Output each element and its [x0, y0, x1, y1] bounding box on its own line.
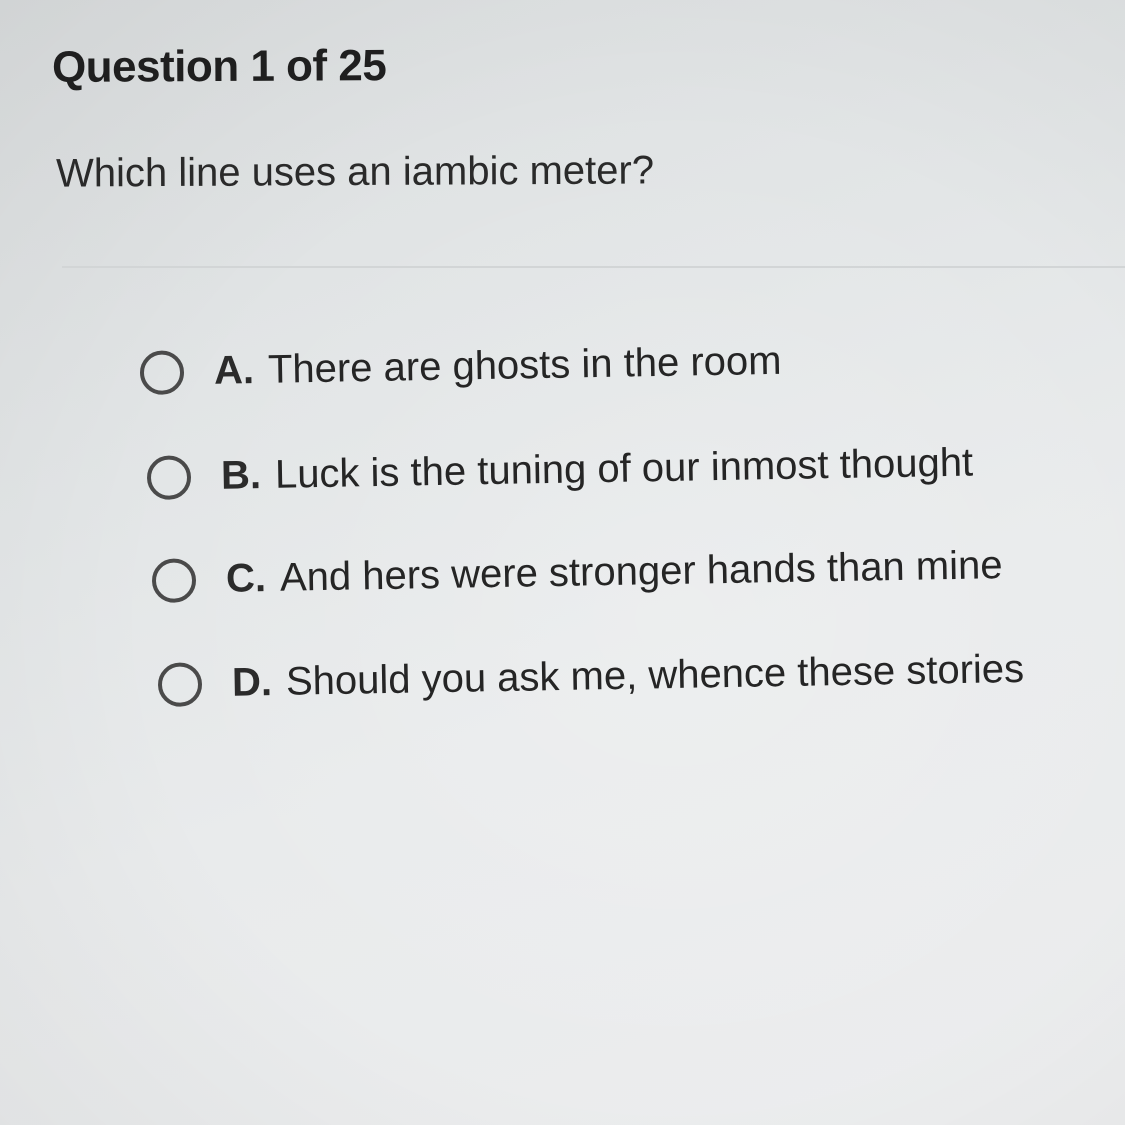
- radio-button-d[interactable]: [157, 661, 203, 707]
- option-letter-b: B.: [220, 453, 262, 498]
- option-text-a: There are ghosts in the room: [267, 338, 782, 392]
- answer-option-a[interactable]: A. There are ghosts in the room: [139, 338, 782, 395]
- option-text-d: Should you ask me, whence these stories: [285, 646, 1025, 704]
- option-letter-c: C.: [225, 556, 267, 601]
- answer-option-d[interactable]: D. Should you ask me, whence these stori…: [157, 646, 1025, 707]
- answer-option-b[interactable]: B. Luck is the tuning of our inmost thou…: [146, 440, 974, 500]
- option-text-b: Luck is the tuning of our inmost thought: [274, 440, 974, 497]
- option-text-c: And hers were stronger hands than mine: [279, 543, 1003, 600]
- radio-button-c[interactable]: [151, 557, 197, 603]
- radio-button-a[interactable]: [139, 349, 185, 395]
- answer-option-c[interactable]: C. And hers were stronger hands than min…: [151, 543, 1003, 603]
- answer-options: A. There are ghosts in the room B. Luck …: [0, 0, 1125, 1125]
- option-letter-d: D.: [231, 660, 273, 705]
- radio-button-b[interactable]: [146, 454, 192, 500]
- option-letter-a: A.: [213, 348, 255, 393]
